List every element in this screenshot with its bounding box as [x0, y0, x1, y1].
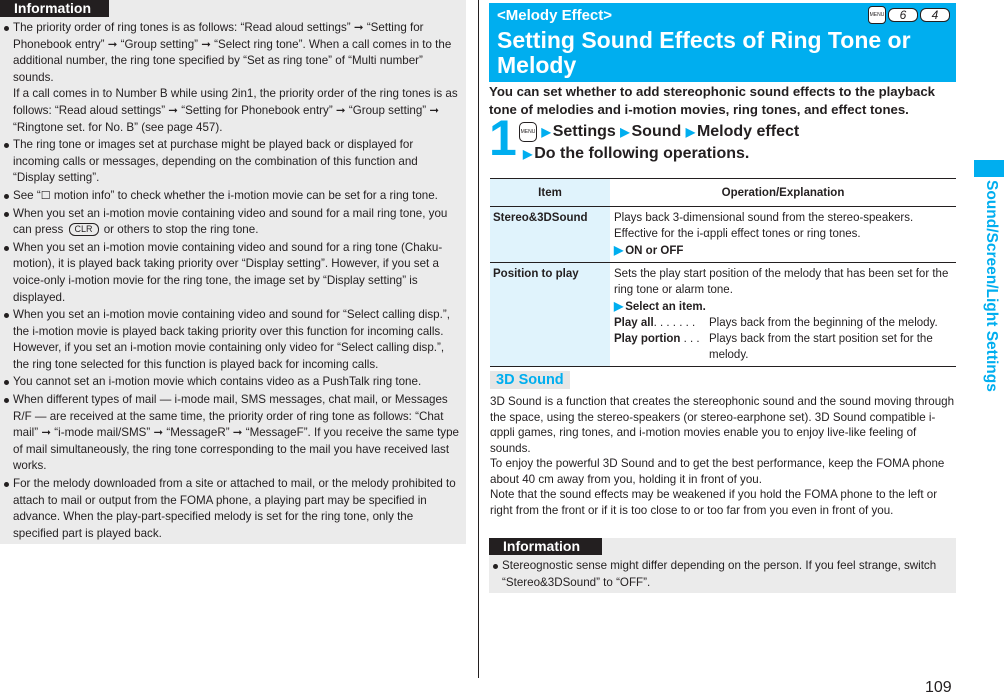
table-action: ▶ ON or OFF: [614, 242, 956, 259]
information-item: You cannot set an i-motion movie which c…: [4, 374, 460, 391]
leader-dots: . . .: [680, 333, 700, 345]
action-text: ON or OFF: [625, 245, 684, 257]
section-title-band: <Melody Effect> Setting Sound Effects of…: [489, 3, 956, 82]
operations-table: Item Operation/Explanation Stereo&3DSoun…: [490, 178, 956, 367]
option-key: Play portion . . .: [614, 331, 709, 363]
information-text: For the melody downloaded from a site or…: [13, 477, 456, 540]
information-text: The priority order of ring tones is as f…: [13, 21, 452, 84]
table-header-item: Item: [490, 178, 610, 207]
step-path-item: Settings: [552, 123, 616, 141]
option-row: Play portion . . . Plays back from the s…: [614, 331, 956, 363]
information-text: The ring tone or images set at purchase …: [13, 138, 418, 185]
menu-key-icon: MENU: [519, 122, 537, 142]
body-paragraph: 3D Sound is a function that creates the …: [490, 395, 955, 455]
information-tab-label: Information: [489, 538, 602, 555]
page-number: 109: [925, 679, 952, 696]
information-text: When different types of mail — i-mode ma…: [13, 393, 459, 473]
step-path-item: Sound: [631, 123, 682, 141]
information-text: When you set an i-motion movie containin…: [13, 240, 443, 304]
information-item: For the melody downloaded from a site or…: [4, 476, 460, 542]
information-text: motion info” to check whether the i-moti…: [50, 188, 438, 202]
table-action: ▶ Select an item.: [614, 298, 956, 315]
arrow-right-icon: ▶: [614, 299, 624, 313]
option-row: Play all. . . . . . . Plays back from th…: [614, 315, 956, 331]
step-path-item: Melody effect: [696, 123, 800, 141]
key-6-icon: 6: [888, 8, 918, 22]
option-description: Plays back from the beginning of the mel…: [709, 317, 938, 329]
key-4-icon: 4: [920, 8, 950, 22]
information-item: When different types of mail — i-mode ma…: [4, 392, 460, 475]
information-item: When you set an i-motion movie containin…: [4, 206, 460, 239]
i-motion-icon: ☐: [40, 189, 51, 202]
information-item: Stereognostic sense might differ dependi…: [493, 558, 950, 591]
information-item: See “☐ motion info” to check whether the…: [4, 188, 460, 205]
shortcut-keys: MENU 6 4: [868, 6, 950, 24]
clr-key-icon: CLR: [68, 223, 99, 237]
section-subtitle: <Melody Effect>: [497, 7, 613, 24]
chapter-tab-marker: [974, 160, 1004, 177]
section-body: 3D Sound is a function that creates the …: [490, 394, 960, 518]
arrow-right-icon: ▶: [523, 147, 533, 161]
table-item-cell: Stereo&3DSound: [490, 206, 610, 263]
table-explanation-cell: Plays back 3-dimensional sound from the …: [610, 206, 956, 263]
information-item: When you set an i-motion movie containin…: [4, 240, 460, 306]
step-path: MENU ▶ Settings ▶ Sound ▶ Melody effect: [519, 122, 799, 142]
option-description: Plays back from the start position set f…: [709, 333, 933, 361]
arrow-right-icon: ▶: [541, 125, 551, 140]
information-item: The ring tone or images set at purchase …: [4, 137, 460, 187]
step-action-text: Do the following operations.: [534, 145, 750, 162]
information-tab-label: Information: [0, 0, 109, 17]
information-list: Stereognostic sense might differ dependi…: [489, 556, 956, 591]
table-row: Position to play Sets the play start pos…: [490, 262, 956, 367]
information-text: or others to stop the ring tone.: [100, 223, 259, 237]
explanation-text: Effective for the i-αppli effect tones o…: [614, 228, 861, 240]
arrow-right-icon: ▶: [685, 125, 695, 140]
body-paragraph: To enjoy the powerful 3D Sound and to ge…: [490, 457, 945, 486]
right-information-box: Information Stereognostic sense might di…: [489, 538, 956, 593]
arrow-right-icon: ▶: [620, 125, 630, 140]
information-text: If a call comes in to Number B while usi…: [13, 87, 458, 134]
option-name: Play portion: [614, 333, 681, 345]
page-title: Setting Sound Effects of Ring Tone or Me…: [497, 27, 911, 78]
arrow-right-icon: ▶: [614, 243, 624, 257]
option-key: Play all. . . . . . .: [614, 315, 709, 331]
action-text: Select an item.: [625, 301, 706, 313]
table-explanation-cell: Sets the play start position of the melo…: [610, 262, 956, 367]
step-number: 1: [489, 110, 517, 166]
section-heading-3d-sound: 3D Sound: [490, 371, 570, 389]
table-header-operation: Operation/Explanation: [610, 178, 956, 207]
leader-dots: . . . . . . .: [653, 317, 696, 329]
information-item: The priority order of ring tones is as f…: [4, 20, 460, 136]
information-item: When you set an i-motion movie containin…: [4, 307, 460, 373]
explanation-text: Sets the play start position of the melo…: [614, 268, 949, 296]
information-text: You cannot set an i-motion movie which c…: [13, 375, 422, 389]
intro-text: You can set whether to add stereophonic …: [489, 84, 936, 117]
option-name: Play all: [614, 317, 654, 329]
information-list: The priority order of ring tones is as f…: [0, 18, 466, 542]
information-text: When you set an i-motion movie containin…: [13, 308, 450, 371]
explanation-text: Plays back 3-dimensional sound from the …: [614, 212, 914, 224]
body-paragraph: Note that the sound effects may be weake…: [490, 488, 938, 517]
left-information-box: Information The priority order of ring t…: [0, 0, 466, 544]
table-item-cell: Position to play: [490, 262, 610, 367]
table-row: Stereo&3DSound Plays back 3-dimensional …: [490, 206, 956, 263]
step-action: ▶ Do the following operations.: [523, 144, 749, 164]
menu-key-icon: MENU: [868, 6, 886, 24]
chapter-label: Sound/Screen/Light Settings: [983, 180, 1000, 392]
information-text: See “: [13, 188, 41, 202]
column-divider: [478, 0, 479, 678]
